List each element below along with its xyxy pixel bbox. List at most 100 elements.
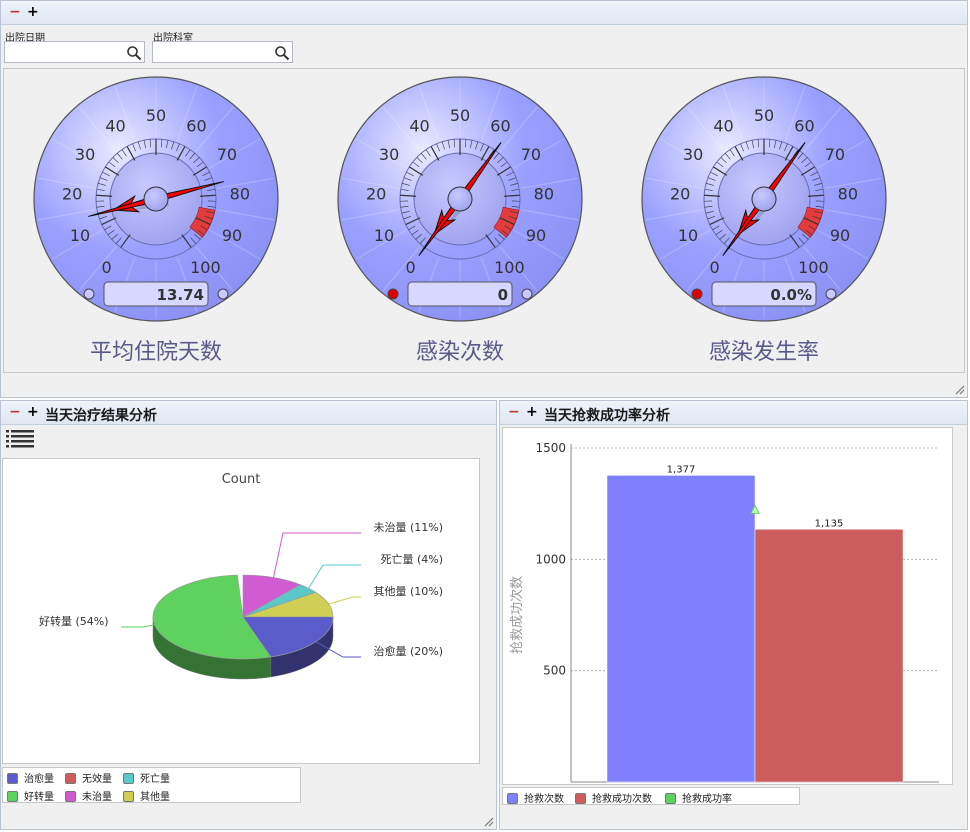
gauge-tick-label: 80 xyxy=(838,185,858,204)
gauge-tick-label: 100 xyxy=(798,258,829,277)
gauge-lamp-right xyxy=(825,288,837,300)
legend-item[interactable]: 治愈量 xyxy=(7,770,54,785)
discharge-date-field[interactable] xyxy=(4,41,145,64)
pie-label-其他量: 其他量 (10%) xyxy=(373,585,443,598)
pie-label-死亡量: 死亡量 (4%) xyxy=(380,552,443,566)
legend-label: 死亡量 xyxy=(140,774,170,785)
gauge-tick-label: 60 xyxy=(794,116,814,135)
gauge-tick-label: 50 xyxy=(146,106,166,125)
gauge-tick-label: 0 xyxy=(406,258,416,277)
expand-button[interactable]: + xyxy=(526,404,538,420)
gauge-lamp-left xyxy=(83,288,95,300)
gauge-tick-label: 40 xyxy=(105,116,125,135)
bar-legend: 抢救次数 抢救成功次数 抢救成功率 xyxy=(502,787,800,805)
search-icon[interactable] xyxy=(274,45,290,61)
pie-leader-line xyxy=(121,624,155,628)
gauge-tick-label: 50 xyxy=(450,106,470,125)
treatment-result-header: − + 当天治疗结果分析 xyxy=(1,401,496,425)
expand-button[interactable]: + xyxy=(27,4,39,20)
gauge-hub xyxy=(143,186,169,212)
gauge-panel: − + 出院日期 出院科室 0 10 20 30 40 50 60 70 80 90 100 13.7… xyxy=(0,0,968,398)
gauge-2: 0 10 20 30 40 50 60 70 80 90100 0.0% xyxy=(641,76,887,322)
gauge-readout-box xyxy=(407,281,513,307)
gauge-tick-label: 30 xyxy=(683,145,703,164)
legend-item[interactable]: 其他量 xyxy=(123,788,170,803)
y-axis-label: 抢救成功次数 xyxy=(509,576,525,654)
legend-label: 抢救次数 xyxy=(524,794,564,805)
gauge-tick-label: 40 xyxy=(713,116,733,135)
legend-swatch xyxy=(7,791,18,802)
discharge-date-input[interactable] xyxy=(5,43,144,64)
chart-title: Count xyxy=(222,472,261,487)
legend-label: 好转量 xyxy=(24,792,54,803)
gauge-tick-label: 20 xyxy=(366,185,386,204)
gauge-tick-label: 70 xyxy=(521,145,541,164)
gauge-tick-label: 90 xyxy=(222,226,242,245)
gauge-hub xyxy=(751,186,777,212)
gauge-tick-label: 60 xyxy=(186,116,206,135)
legend-item[interactable]: 未治量 xyxy=(65,788,112,803)
pie-leader-line xyxy=(272,532,361,578)
gauge-tick-label: 40 xyxy=(409,116,429,135)
legend-swatch xyxy=(575,793,586,804)
collapse-button[interactable]: − xyxy=(9,404,21,420)
gauge-0: 0 10 20 30 40 50 60 70 80 90100 13.74 xyxy=(33,76,279,322)
resize-handle-icon[interactable] xyxy=(953,383,965,395)
gauge-tick-label: 30 xyxy=(75,145,95,164)
gauge-title-infection-count: 感染次数 xyxy=(415,340,504,365)
legend-swatch xyxy=(7,773,18,784)
pie-chart: Count 未治量 (11%) 死亡量 (4%) 其他量 (10%) 治愈量 (20%)… xyxy=(39,472,443,680)
bar-value-label: 1,377 xyxy=(667,464,696,475)
y-tick-label: 1500 xyxy=(535,441,566,455)
gauge-panel-header: − + xyxy=(1,1,967,25)
legend-item[interactable]: 抢救成功次数 xyxy=(575,790,652,805)
discharge-dept-field[interactable] xyxy=(152,41,293,64)
gauge-tick-label: 0 xyxy=(710,258,720,277)
resize-handle-icon[interactable] xyxy=(482,815,494,827)
legend-label: 抢救成功率 xyxy=(682,794,732,805)
legend-item[interactable]: 抢救成功率 xyxy=(665,790,732,805)
gauge-tick-label: 80 xyxy=(534,185,554,204)
legend-swatch xyxy=(65,773,76,784)
gauge-hub xyxy=(447,186,473,212)
expand-button[interactable]: + xyxy=(27,404,39,420)
gauge-tick-label: 90 xyxy=(830,226,850,245)
search-icon[interactable] xyxy=(126,45,142,61)
legend-swatch xyxy=(507,793,518,804)
gauge-tick-label: 10 xyxy=(678,226,698,245)
gauge-lamp-left xyxy=(387,288,399,300)
pie-leader-line xyxy=(308,564,361,589)
legend-item[interactable]: 无效量 xyxy=(65,770,112,785)
gauge-tick-label: 100 xyxy=(494,258,525,277)
gauge-lamp-right xyxy=(521,288,533,300)
legend-swatch xyxy=(65,791,76,802)
panel-title: 当天抢救成功率分析 xyxy=(544,408,670,424)
treatment-result-panel: − + 当天治疗结果分析 Count 未治量 (11%) 死亡量 (4%) 其他量 (… xyxy=(0,400,497,830)
y-tick-label: 1000 xyxy=(535,552,566,566)
legend-item[interactable]: 好转量 xyxy=(7,788,54,803)
gauge-1: 0 10 20 30 40 50 60 70 80 90100 0 xyxy=(337,76,583,322)
legend-item[interactable]: 抢救次数 xyxy=(507,790,564,805)
legend-label: 无效量 xyxy=(82,774,112,785)
gauge-tick-label: 0 xyxy=(102,258,112,277)
gauge-title-infection-rate: 感染发生率 xyxy=(708,340,819,365)
collapse-button[interactable]: − xyxy=(508,404,520,420)
bar-chart-area: 500 1000 1500 抢救成功次数 1,377 1,135 xyxy=(502,427,953,785)
gauge-tick-label: 20 xyxy=(62,185,82,204)
legend-item[interactable]: 死亡量 xyxy=(123,770,170,785)
pie-label-治愈量: 治愈量 (20%) xyxy=(373,644,443,658)
bar-抢救次数 xyxy=(606,475,756,783)
gauge-tick-label: 80 xyxy=(230,185,250,204)
discharge-dept-input[interactable] xyxy=(153,43,292,64)
gauge-readout-value: 0.0% xyxy=(770,286,812,304)
collapse-button[interactable]: − xyxy=(9,4,21,20)
gauge-svg: 010203040506070809010013.740102030405060… xyxy=(33,76,887,322)
gauge-tick-label: 50 xyxy=(754,106,774,125)
gauge-lamp-right xyxy=(217,288,229,300)
gauge-readout-value: 0 xyxy=(498,286,508,304)
bar-chart: 500 1000 1500 抢救成功次数 1,377 1,135 xyxy=(509,441,939,783)
list-menu-icon[interactable] xyxy=(6,429,34,449)
pie-label-未治量: 未治量 (11%) xyxy=(373,520,443,534)
rescue-rate-header: − + 当天抢救成功率分析 xyxy=(500,401,967,425)
legend-label: 治愈量 xyxy=(24,774,54,785)
